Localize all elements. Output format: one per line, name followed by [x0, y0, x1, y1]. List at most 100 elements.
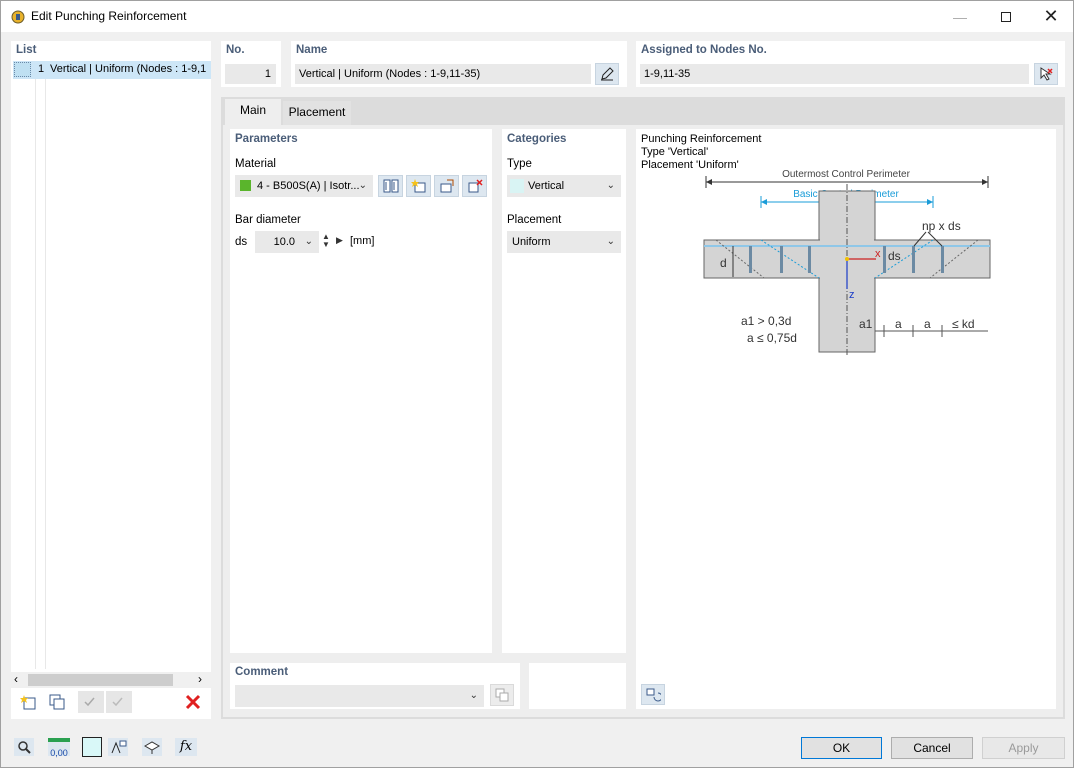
search-button[interactable] [11, 736, 37, 758]
z-axis-label: z [849, 289, 855, 301]
comment-copy-button[interactable] [490, 684, 514, 706]
check-icon [84, 697, 95, 707]
bar-diameter-input[interactable]: 10.0 ⌄ [255, 231, 319, 253]
stud [808, 246, 811, 273]
delete-item-button[interactable] [180, 691, 206, 713]
formula-button[interactable]: fx [173, 736, 199, 758]
chevron-down-icon: ⌄ [469, 690, 478, 701]
tab-main[interactable]: Main [225, 99, 281, 125]
decimal-icon: 0,00 [48, 738, 70, 758]
name-field[interactable]: Vertical | Uniform (Nodes : 1-9,11-35) [295, 64, 591, 84]
new-icon [20, 695, 36, 710]
list-item-label: Vertical | Uniform (Nodes : 1-9,1 [50, 63, 207, 75]
minimize-button[interactable]: — [937, 1, 983, 32]
stud [780, 246, 783, 273]
maximize-button[interactable] [983, 1, 1029, 32]
np-ds-label: np x ds [922, 219, 961, 233]
delete-material-icon [468, 179, 483, 193]
chevron-down-icon: ⌄ [606, 236, 615, 247]
scroll-thumb[interactable] [28, 674, 173, 686]
material-color-swatch [240, 180, 251, 191]
cancel-button[interactable]: Cancel [891, 737, 973, 759]
assigned-panel: Assigned to Nodes No. 1-9,11-35 [636, 41, 1065, 87]
material-library-button[interactable] [378, 175, 403, 197]
view-icon [142, 738, 162, 756]
outer-perimeter-label: Outermost Control Perimeter [782, 169, 910, 180]
categories-panel: Categories Type Vertical ⌄ Placement Uni… [502, 129, 626, 653]
copy-item-button[interactable] [44, 691, 70, 713]
tree-guide [45, 79, 46, 669]
comment-header: Comment [235, 666, 289, 678]
no-field[interactable]: 1 [225, 64, 276, 84]
x-axis-label: x [875, 248, 881, 260]
apply-button[interactable]: Apply [982, 737, 1065, 759]
uncheck-button[interactable] [106, 691, 132, 713]
formula-a: a ≤ 0,75d [747, 331, 797, 345]
color-button[interactable] [79, 736, 105, 758]
new-item-button[interactable] [16, 691, 42, 713]
material-dropdown[interactable]: 4 - B500S(A) | Isotr... ⌄ [235, 175, 373, 197]
list-item[interactable]: 1 Vertical | Uniform (Nodes : 1-9,1 [13, 61, 211, 79]
diagram-panel: Punching Reinforcement Type 'Vertical' P… [636, 129, 1056, 709]
type-label: Type [507, 158, 532, 170]
punching-diagram: Outermost Control Perimeter Basic Contro… [703, 169, 991, 357]
comment-dropdown[interactable]: ⌄ [235, 685, 484, 707]
delete-material-button[interactable] [462, 175, 487, 197]
uncheck-icon [112, 697, 123, 707]
edit-material-button[interactable] [434, 175, 459, 197]
a1-label: a1 [859, 317, 873, 331]
stud [883, 246, 886, 273]
tab-placement[interactable]: Placement [283, 101, 351, 125]
scroll-right-icon[interactable]: › [198, 672, 202, 686]
diagram-options-button[interactable] [641, 684, 665, 705]
title-bar: Edit Punching Reinforcement — ✕ [1, 1, 1073, 32]
view-button[interactable] [139, 736, 165, 758]
close-button[interactable]: ✕ [1028, 1, 1074, 32]
chevron-down-icon: ⌄ [606, 180, 615, 191]
item-color-swatch [14, 62, 31, 77]
formula-a1: a1 > 0,3d [741, 314, 791, 328]
parameters-panel: Parameters Material 4 - B500S(A) | Isotr… [230, 129, 492, 653]
edit-name-button[interactable] [595, 63, 619, 85]
increment-arrow-icon[interactable]: ▶ [336, 235, 343, 246]
diagram-view-icon [646, 688, 661, 701]
list-scrollbar[interactable]: ‹ › [11, 672, 211, 688]
ds-label: ds [888, 249, 901, 263]
type-dropdown[interactable]: Vertical ⌄ [507, 175, 621, 197]
name-panel: Name Vertical | Uniform (Nodes : 1-9,11-… [291, 41, 627, 87]
list-panel: List 1 Vertical | Uniform (Nodes : 1-9,1… [11, 41, 211, 719]
function-icon: fx [175, 738, 197, 756]
type-color-swatch [510, 179, 524, 193]
display-options-button[interactable] [105, 736, 131, 758]
placement-value: Uniform [512, 236, 551, 248]
material-label: Material [235, 158, 276, 170]
list-item-no: 1 [38, 63, 45, 75]
units-button[interactable]: 0,00 [46, 736, 72, 758]
parameters-header: Parameters [235, 133, 298, 145]
scroll-left-icon[interactable]: ‹ [14, 672, 18, 686]
copy-icon [49, 694, 65, 710]
pick-node-icon [1040, 67, 1053, 81]
comment-panel: Comment ⌄ [230, 663, 520, 709]
stud [941, 246, 944, 273]
assigned-nodes-field[interactable]: 1-9,11-35 [640, 64, 1029, 84]
unit-label: [mm] [350, 235, 375, 247]
list-header: List [16, 44, 37, 56]
color-swatch-icon [82, 737, 102, 757]
delete-icon [185, 694, 201, 710]
new-material-button[interactable] [406, 175, 431, 197]
categories-header: Categories [507, 133, 567, 145]
window-title: Edit Punching Reinforcement [31, 9, 187, 23]
ok-button[interactable]: OK [801, 737, 882, 759]
d-label: d [720, 256, 727, 270]
edit-pencil-icon [601, 67, 614, 81]
type-value: Vertical [528, 180, 565, 192]
a-label-2: a [924, 317, 931, 331]
placement-dropdown[interactable]: Uniform ⌄ [507, 231, 621, 253]
spinner-icon[interactable]: ▲ ▼ [322, 233, 330, 249]
select-nodes-button[interactable] [1034, 63, 1058, 85]
maximize-icon [1001, 11, 1011, 22]
check-button[interactable] [78, 691, 104, 713]
assigned-header: Assigned to Nodes No. [641, 44, 767, 56]
ds-symbol: ds [235, 236, 248, 248]
